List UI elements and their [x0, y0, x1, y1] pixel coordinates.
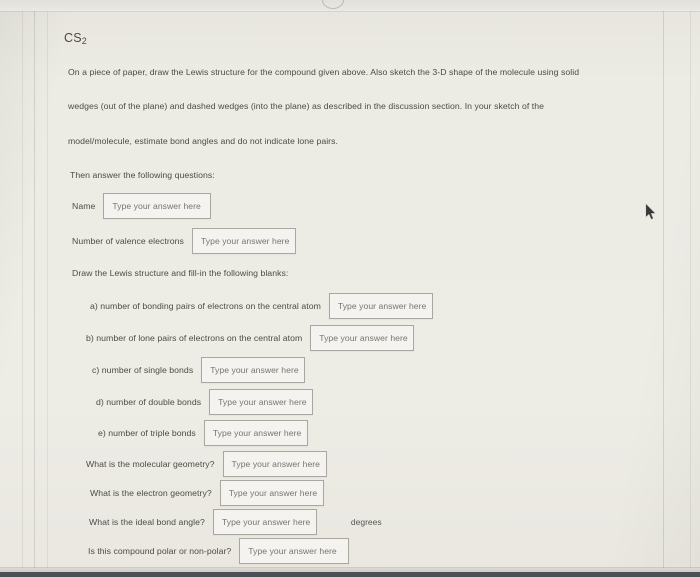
- placeholder-text: Type your answer here: [228, 488, 318, 498]
- input-bonding-pairs[interactable]: Type your answer here: [328, 293, 433, 319]
- placeholder-text: Type your answer here: [210, 365, 299, 375]
- label-single-bonds: c) number of single bonds: [92, 365, 194, 375]
- label-triple-bonds: e) number of triple bonds: [98, 428, 196, 438]
- label-ideal-bond-angle: What is the ideal bond angle?: [89, 517, 205, 527]
- page-title: CS2: [64, 31, 87, 46]
- input-molecular-geometry[interactable]: Type your answer here: [222, 451, 327, 477]
- input-valence-electrons[interactable]: Type your answer here: [191, 228, 296, 254]
- form-row-double-bonds: d) number of double bonds Type your answ…: [96, 389, 314, 415]
- label-valence-electrons: Number of valence electrons: [72, 236, 184, 246]
- label-lone-pairs: b) number of lone pairs of electrons on …: [86, 333, 303, 343]
- input-ideal-bond-angle[interactable]: Type your answer here: [212, 509, 317, 535]
- instruction-line-4: Then answer the following questions:: [70, 170, 215, 180]
- input-polarity[interactable]: Type your answer here: [239, 538, 350, 564]
- form-row-lone-pairs: b) number of lone pairs of electrons on …: [86, 325, 415, 351]
- bottom-bar: [0, 572, 700, 577]
- blanks-intro: Draw the Lewis structure and fill-in the…: [72, 268, 289, 278]
- mouse-cursor-icon: [645, 203, 656, 220]
- page-title-subscript: 2: [81, 36, 87, 46]
- input-lone-pairs[interactable]: Type your answer here: [310, 325, 415, 351]
- form-row-name: Name Type your answer here: [72, 193, 212, 219]
- label-electron-geometry: What is the electron geometry?: [90, 488, 212, 498]
- form-row-bonding-pairs: a) number of bonding pairs of electrons …: [90, 293, 433, 319]
- input-triple-bonds[interactable]: Type your answer here: [203, 420, 308, 446]
- input-single-bonds[interactable]: Type your answer here: [201, 357, 306, 383]
- input-name[interactable]: Type your answer here: [103, 193, 212, 219]
- placeholder-text: Type your answer here: [212, 428, 302, 438]
- form-row-polarity: Is this compound polar or non-polar? Typ…: [88, 538, 350, 564]
- label-double-bonds: d) number of double bonds: [96, 397, 202, 407]
- placeholder-text: Type your answer here: [319, 333, 408, 343]
- label-degrees-unit: degrees: [350, 517, 382, 527]
- instruction-line-2: wedges (out of the plane) and dashed wed…: [68, 101, 544, 111]
- placeholder-text: Type your answer here: [218, 397, 307, 407]
- label-bonding-pairs: a) number of bonding pairs of electrons …: [90, 301, 321, 311]
- input-double-bonds[interactable]: Type your answer here: [209, 389, 314, 415]
- form-row-molecular-geometry: What is the molecular geometry? Type you…: [86, 451, 327, 477]
- label-name: Name: [72, 201, 96, 211]
- label-molecular-geometry: What is the molecular geometry?: [86, 459, 215, 469]
- instruction-line-1: On a piece of paper, draw the Lewis stru…: [68, 67, 580, 77]
- label-polarity: Is this compound polar or non-polar?: [88, 546, 232, 556]
- placeholder-text: Type your answer here: [221, 517, 311, 527]
- placeholder-text: Type your answer here: [248, 546, 337, 556]
- placeholder-text: Type your answer here: [337, 301, 427, 311]
- screenshot-root: CS2 On a piece of paper, draw the Lewis …: [0, 0, 700, 577]
- instruction-line-3: model/molecule, estimate bond angles and…: [68, 136, 338, 146]
- form-row-electron-geometry: What is the electron geometry? Type your…: [90, 480, 324, 506]
- input-electron-geometry[interactable]: Type your answer here: [219, 480, 324, 506]
- form-row-triple-bonds: e) number of triple bonds Type your answ…: [98, 420, 308, 446]
- placeholder-text: Type your answer here: [231, 459, 321, 469]
- placeholder-text: Type your answer here: [112, 201, 201, 211]
- form-row-valence-electrons: Number of valence electrons Type your an…: [72, 228, 296, 254]
- form-row-single-bonds: c) number of single bonds Type your answ…: [92, 357, 306, 383]
- placeholder-text: Type your answer here: [200, 236, 290, 246]
- page-title-formula: CS: [64, 31, 82, 45]
- worksheet-content: CS2 On a piece of paper, draw the Lewis …: [0, 0, 700, 577]
- form-row-ideal-bond-angle: What is the ideal bond angle? Type your …: [89, 509, 382, 535]
